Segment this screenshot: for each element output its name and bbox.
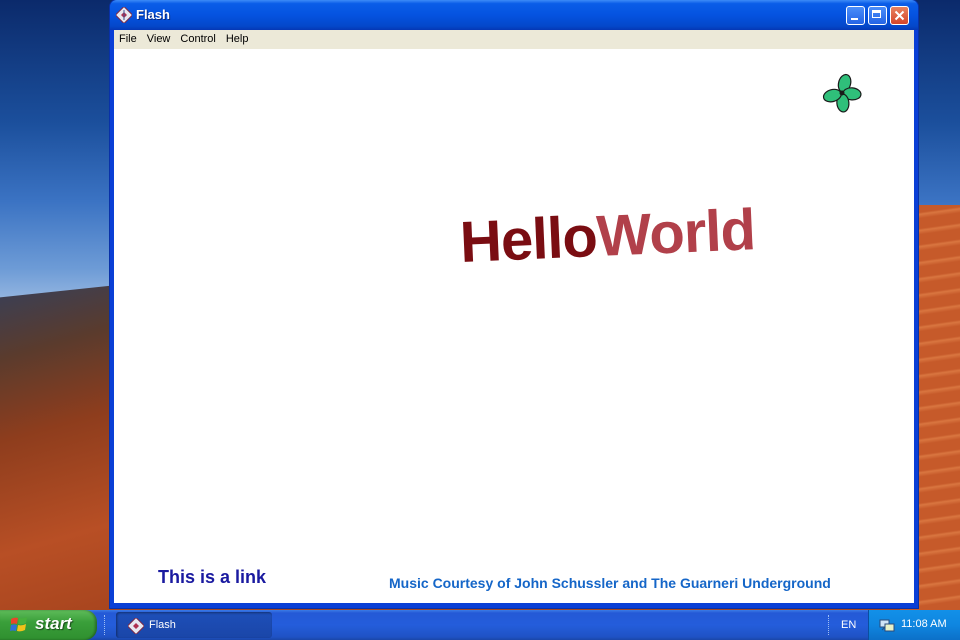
taskbar-flash-item[interactable]: Flash [116,612,272,638]
headline-world: World [595,197,757,270]
flash-icon [126,616,146,636]
clock: 11:08 AM [901,618,947,630]
green-flower-icon[interactable] [822,73,862,113]
start-label: start [35,614,72,633]
headline-hello: Hello [458,204,599,275]
menu-view[interactable]: View [142,30,176,49]
flash-stage: HelloWorld This is a link Music Courtesy… [114,49,914,603]
start-button[interactable]: start [0,610,97,640]
windows-logo-icon [10,616,28,634]
flash-window: Flash File View Control Help HelloWorld … [110,0,918,608]
system-tray: 11:08 AM [868,610,960,640]
taskbar: start Flash EN 11:08 AM [0,610,960,640]
menu-file[interactable]: File [114,30,142,49]
close-icon [894,10,905,21]
menu-bar: File View Control Help [114,30,914,49]
minimize-button[interactable] [846,6,865,25]
network-icon[interactable] [879,617,895,633]
title-bar[interactable]: Flash [110,0,918,30]
taskbar-flash-label: Flash [149,619,176,631]
menu-control[interactable]: Control [175,30,220,49]
flash-icon [114,5,134,25]
taskbar-grip[interactable] [104,615,108,635]
close-button[interactable] [890,6,909,25]
maximize-button[interactable] [868,6,887,25]
tray-grip[interactable] [828,615,832,635]
window-title: Flash [136,7,170,22]
menu-help[interactable]: Help [221,30,254,49]
music-credits: Music Courtesy of John Schussler and The… [389,575,831,591]
this-is-a-link[interactable]: This is a link [158,567,266,588]
hello-world-headline: HelloWorld [459,196,757,276]
language-indicator[interactable]: EN [841,619,856,631]
